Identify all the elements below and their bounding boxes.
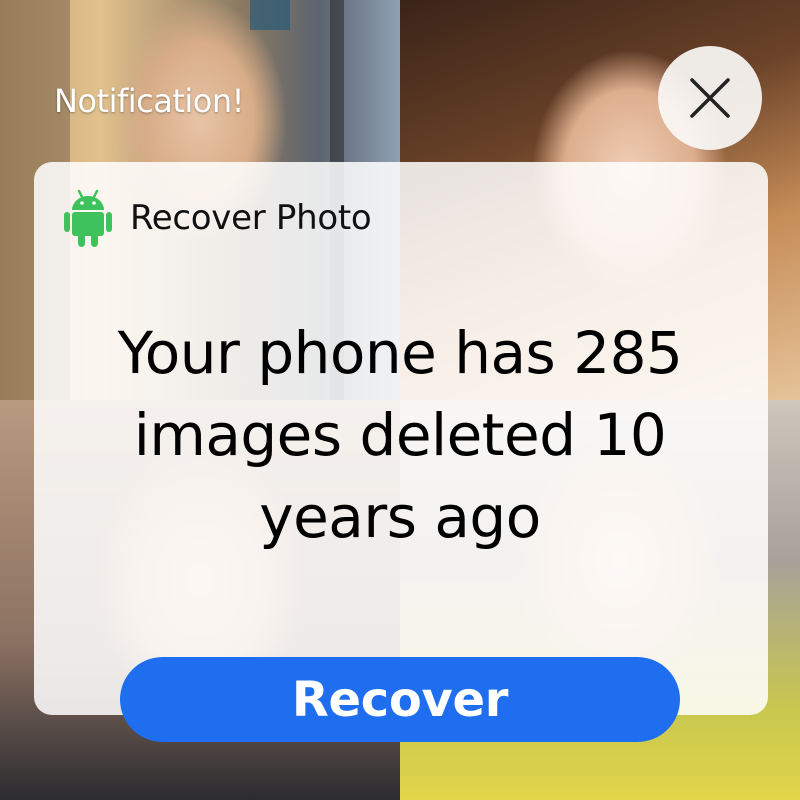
- close-button[interactable]: [658, 46, 762, 150]
- recover-button[interactable]: Recover: [120, 657, 680, 742]
- app-name: Recover Photo: [130, 198, 372, 238]
- notification-title: Notification!: [54, 82, 244, 120]
- message-line-2: images deleted 10: [133, 401, 667, 469]
- ad-screen: Notification! Recover Photo Your phone h…: [0, 0, 800, 800]
- app-header: Recover Photo: [64, 188, 372, 248]
- message-text: Your phone has 285 images deleted 10 yea…: [60, 312, 740, 558]
- android-icon: [64, 189, 112, 247]
- message-line-1: Your phone has 285: [117, 319, 683, 387]
- close-icon: [690, 78, 730, 118]
- message-line-3: years ago: [259, 483, 541, 551]
